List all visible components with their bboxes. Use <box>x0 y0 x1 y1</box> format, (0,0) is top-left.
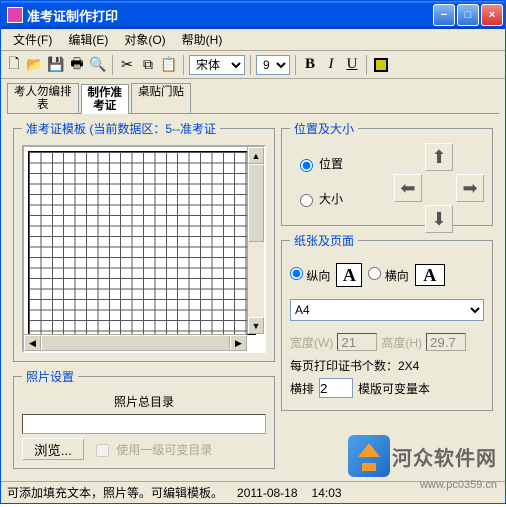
separator <box>366 55 367 75</box>
arrow-right-button[interactable]: ➡ <box>456 174 484 202</box>
browse-button[interactable]: 浏览... <box>22 438 84 460</box>
photo-group: 照片设置 照片总目录 浏览... 使用一级可变目录 <box>13 368 275 469</box>
status-time: 14:03 <box>312 486 342 500</box>
height-input <box>426 333 466 351</box>
print-icon[interactable]: 🖶 <box>68 56 86 74</box>
scroll-up-icon[interactable]: ▲ <box>248 147 264 164</box>
scrollbar-horizontal[interactable]: ◀ ▶ <box>24 334 247 351</box>
arrow-down-button[interactable]: ⬇ <box>425 205 453 233</box>
portrait-icon: A <box>336 263 362 287</box>
paper-group: 纸张及页面 纵向 A 横向 A A4 宽度(W) 高度(H) 每页打印证书个数：… <box>281 232 493 411</box>
italic-button[interactable]: I <box>322 56 340 74</box>
separator <box>183 55 184 75</box>
dimensions-row: 宽度(W) 高度(H) <box>290 333 484 351</box>
hpai-row: 横排 模版可变量本 <box>290 378 484 398</box>
per-page-label: 每页打印证书个数：2X4 <box>290 357 484 374</box>
menubar: 文件(F) 编辑(E) 对象(O) 帮助(H) <box>1 29 505 51</box>
separator <box>112 55 113 75</box>
new-icon[interactable]: 🗋 <box>5 56 23 74</box>
statusbar: 可添加填充文本，照片等。可编辑模板。 2011-08-18 14:03 <box>1 481 505 503</box>
window-title: 准考证制作打印 <box>27 6 431 25</box>
portrait-radio[interactable]: 纵向 <box>290 267 330 284</box>
content-area: 准考证模板 (当前数据区：5--准考证 ▲ ▼ ◀ ▶ 照片 <box>7 113 499 481</box>
template-legend: 准考证模板 (当前数据区：5--准考证 <box>22 120 220 137</box>
left-panel: 准考证模板 (当前数据区：5--准考证 ▲ ▼ ◀ ▶ 照片 <box>13 120 275 475</box>
scroll-thumb[interactable] <box>248 164 264 242</box>
template-grid <box>28 151 256 335</box>
app-icon <box>7 7 23 23</box>
arrow-left-button[interactable]: ⬅ <box>394 174 422 202</box>
size-select[interactable]: 9 <box>256 55 290 75</box>
orientation-row: 纵向 A 横向 A <box>290 263 484 287</box>
scrollbar-vertical[interactable]: ▲ ▼ <box>247 147 264 334</box>
paper-size-select[interactable]: A4 <box>290 299 484 321</box>
bold-button[interactable]: B <box>301 56 319 74</box>
toolbar: 🗋 📂 💾 🖶 🔍 ✂ ⧉ 📋 宋体 9 B I U <box>1 51 505 79</box>
minimize-button[interactable]: − <box>433 4 455 26</box>
titlebar: 准考证制作打印 − □ × <box>1 1 505 29</box>
tabs: 考人勿编排 表 制作准 考证 桌贴门贴 <box>1 79 505 113</box>
font-select[interactable]: 宋体 <box>189 55 245 75</box>
close-button[interactable]: × <box>481 4 503 26</box>
tab-desk-door[interactable]: 桌贴门贴 <box>131 83 191 113</box>
tab-arrangement[interactable]: 考人勿编排 表 <box>7 83 79 113</box>
status-message: 可添加填充文本，照片等。可编辑模板。 <box>7 484 223 501</box>
scroll-down-icon[interactable]: ▼ <box>248 317 264 334</box>
separator <box>295 55 296 75</box>
menu-edit[interactable]: 编辑(E) <box>60 29 116 50</box>
landscape-icon: A <box>415 264 445 286</box>
scroll-thumb[interactable] <box>41 335 230 351</box>
maximize-button[interactable]: □ <box>457 4 479 26</box>
template-group: 准考证模板 (当前数据区：5--准考证 ▲ ▼ ◀ ▶ <box>13 120 275 362</box>
cut-icon[interactable]: ✂ <box>118 56 136 74</box>
hpai-input[interactable] <box>319 378 353 398</box>
use-var-checkbox-input <box>96 444 109 457</box>
photo-legend: 照片设置 <box>22 368 78 385</box>
photo-dir-input[interactable] <box>22 414 266 434</box>
color-button[interactable] <box>372 56 390 74</box>
arrow-up-button[interactable]: ⬆ <box>425 143 453 171</box>
tab-make-cert[interactable]: 制作准 考证 <box>81 84 130 114</box>
landscape-radio[interactable]: 横向 <box>368 267 408 284</box>
status-date: 2011-08-18 <box>237 486 298 500</box>
arrow-pad: ⬆ ⬅ ➡ ⬇ <box>394 143 484 233</box>
position-group: 位置及大小 位置 大小 ⬆ ⬅ ➡ ⬇ <box>281 120 493 226</box>
position-legend: 位置及大小 <box>290 120 358 137</box>
width-input <box>337 333 377 351</box>
template-canvas[interactable]: ▲ ▼ ◀ ▶ <box>22 145 266 353</box>
app-window: 准考证制作打印 − □ × 文件(F) 编辑(E) 对象(O) 帮助(H) 🗋 … <box>0 0 506 504</box>
menu-file[interactable]: 文件(F) <box>5 29 60 50</box>
scroll-right-icon[interactable]: ▶ <box>230 335 247 351</box>
scroll-left-icon[interactable]: ◀ <box>24 335 41 351</box>
menu-object[interactable]: 对象(O) <box>116 29 173 50</box>
photo-dir-label: 照片总目录 <box>22 393 266 410</box>
menu-help[interactable]: 帮助(H) <box>174 29 231 50</box>
preview-icon[interactable]: 🔍 <box>89 56 107 74</box>
save-icon[interactable]: 💾 <box>47 56 65 74</box>
separator <box>250 55 251 75</box>
use-var-checkbox: 使用一级可变目录 <box>96 441 212 458</box>
paper-legend: 纸张及页面 <box>290 232 358 249</box>
paste-icon[interactable]: 📋 <box>160 56 178 74</box>
open-icon[interactable]: 📂 <box>26 56 44 74</box>
copy-icon[interactable]: ⧉ <box>139 56 157 74</box>
underline-button[interactable]: U <box>343 56 361 74</box>
right-panel: 位置及大小 位置 大小 ⬆ ⬅ ➡ ⬇ 纸张及页面 纵向 A <box>281 120 493 475</box>
